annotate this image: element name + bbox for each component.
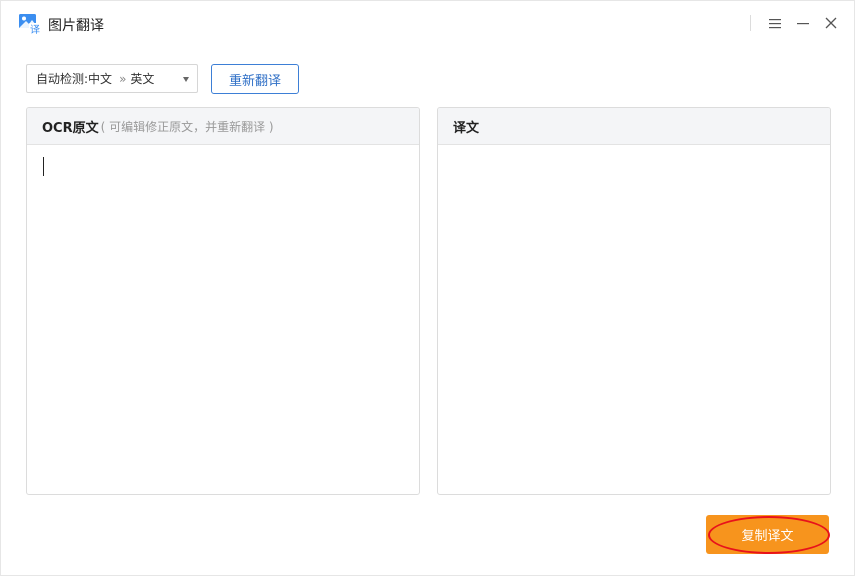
translation-panel: 译文: [437, 107, 831, 495]
menu-icon[interactable]: [765, 13, 785, 33]
translation-text-area[interactable]: [438, 145, 830, 494]
auto-detect-label: 自动检测:: [36, 72, 89, 86]
retranslate-button[interactable]: 重新翻译: [211, 64, 299, 94]
source-panel-header: OCR原文 ( 可编辑修正原文，并重新翻译 ): [27, 108, 419, 145]
source-panel-hint: ( 可编辑修正原文，并重新翻译 ): [100, 119, 274, 134]
minimize-icon[interactable]: [793, 13, 813, 33]
language-select[interactable]: 自动检测: 中文 » 英文: [26, 64, 198, 93]
translation-panel-title: 译文: [453, 120, 480, 136]
window-title: 图片翻译: [48, 18, 104, 34]
copy-translation-button[interactable]: 复制译文: [706, 515, 829, 554]
close-icon[interactable]: [821, 13, 841, 33]
titlebar-divider: [750, 15, 751, 31]
image-translate-icon: 译: [18, 13, 42, 36]
source-panel-title: OCR原文: [42, 120, 99, 136]
app-window: 译 图片翻译 自动检测: 中文 » 英文 重新翻译 OCR原文 (可编辑修正原…: [0, 0, 855, 576]
title-bar: 译 图片翻译: [1, 1, 854, 45]
svg-text:译: 译: [30, 24, 40, 35]
translation-panel-header: 译文: [438, 108, 830, 145]
target-language: 英文: [130, 72, 155, 86]
dropdown-caret-icon: [183, 77, 189, 82]
text-cursor: [43, 157, 44, 176]
source-text-area[interactable]: [27, 145, 419, 494]
source-language: 中文: [88, 72, 113, 86]
source-panel: OCR原文 ( 可编辑修正原文，并重新翻译 ): [26, 107, 420, 495]
double-chevron-icon: »: [119, 71, 127, 86]
